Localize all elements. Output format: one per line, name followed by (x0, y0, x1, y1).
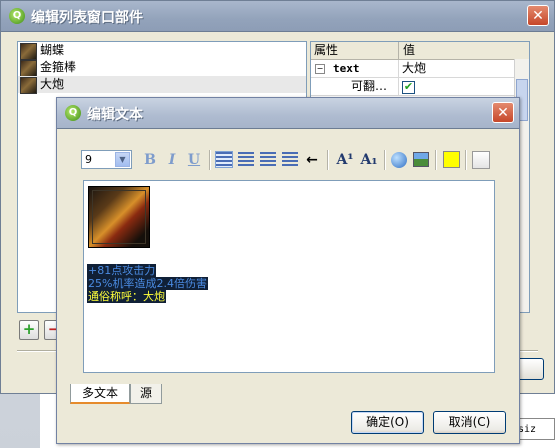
tab-source[interactable]: 源 (130, 384, 162, 404)
list-item[interactable]: 金箍棒 (18, 59, 306, 77)
collapse-toggle-icon[interactable]: − (315, 64, 325, 74)
qt-logo-icon: Q (65, 105, 81, 121)
ok-button[interactable]: 确定(O) (351, 411, 424, 434)
item-thumbnail-icon (20, 43, 37, 60)
align-center-icon[interactable] (238, 152, 254, 167)
editor-line[interactable]: 通俗称呼：大炮 (87, 290, 166, 303)
formatting-toolbar: 9 ▼ B I U ← A¹ A₁ (81, 148, 495, 173)
qt-logo-icon: Q (9, 8, 25, 24)
property-value[interactable]: ✔ (402, 78, 415, 95)
outer-titlebar[interactable]: Q 编辑列表窗口部件 ✕ (1, 1, 554, 32)
text-color-button[interactable] (443, 151, 460, 168)
rich-text-editor[interactable]: +81点攻击力 25%机率造成2.4倍伤害 通俗称呼：大炮 (83, 180, 495, 373)
list-item[interactable]: 蝴蝶 (18, 42, 306, 60)
underline-button[interactable]: U (185, 150, 203, 170)
list-item-selected[interactable]: 大炮 (18, 76, 306, 94)
list-item-label: 大炮 (40, 77, 65, 91)
weapon-image (88, 186, 150, 248)
editor-line[interactable]: 25%机率造成2.4倍伤害 (87, 277, 208, 290)
dialog-close-button[interactable]: ✕ (492, 102, 514, 123)
align-right-icon[interactable] (260, 152, 276, 167)
editor-line[interactable]: +81点攻击力 (87, 264, 157, 277)
insert-link-icon[interactable] (391, 152, 407, 168)
align-justify-icon[interactable] (282, 152, 298, 167)
bold-button[interactable]: B (141, 150, 159, 170)
italic-button[interactable]: I (163, 150, 181, 170)
list-item-label: 金箍棒 (40, 60, 77, 74)
property-table-header: 属性 值 (311, 42, 529, 60)
tab-rich-text[interactable]: 多文本 (70, 384, 130, 404)
align-left-icon[interactable] (215, 151, 233, 168)
text-direction-button[interactable]: ← (303, 150, 321, 170)
property-name: text (333, 62, 360, 75)
chevron-down-icon[interactable]: ▼ (115, 152, 130, 167)
list-item-label: 蝴蝶 (40, 43, 65, 57)
property-value[interactable]: 大炮 (402, 60, 426, 77)
checkbox[interactable]: ✔ (402, 81, 415, 94)
dialog-title: 编辑文本 (87, 107, 143, 123)
font-size-select[interactable]: 9 ▼ (81, 150, 132, 169)
property-row[interactable]: − text 大炮 (311, 60, 529, 78)
insert-image-icon[interactable] (413, 152, 429, 167)
clear-format-icon[interactable] (472, 151, 490, 169)
edit-text-dialog: Q 编辑文本 ✕ 9 ▼ B I U ← A¹ A₁ +81点攻击力 25%机率… (56, 97, 520, 444)
cancel-button[interactable]: 取消(C) (433, 411, 506, 434)
property-name: 可翻… (351, 79, 388, 93)
add-item-button[interactable]: + (19, 320, 39, 340)
value-column-header: 值 (398, 42, 415, 59)
outer-close-button[interactable]: ✕ (527, 5, 549, 26)
outer-window-title: 编辑列表窗口部件 (31, 10, 143, 26)
font-size-value: 9 (85, 153, 92, 166)
item-thumbnail-icon (20, 60, 37, 77)
property-row[interactable]: 可翻… ✔ (311, 78, 529, 96)
item-thumbnail-icon (20, 77, 37, 94)
superscript-button[interactable]: A¹ (334, 150, 356, 170)
dialog-titlebar[interactable]: Q 编辑文本 ✕ (57, 98, 519, 129)
property-column-header: 属性 (314, 43, 339, 57)
subscript-button[interactable]: A₁ (358, 150, 380, 170)
